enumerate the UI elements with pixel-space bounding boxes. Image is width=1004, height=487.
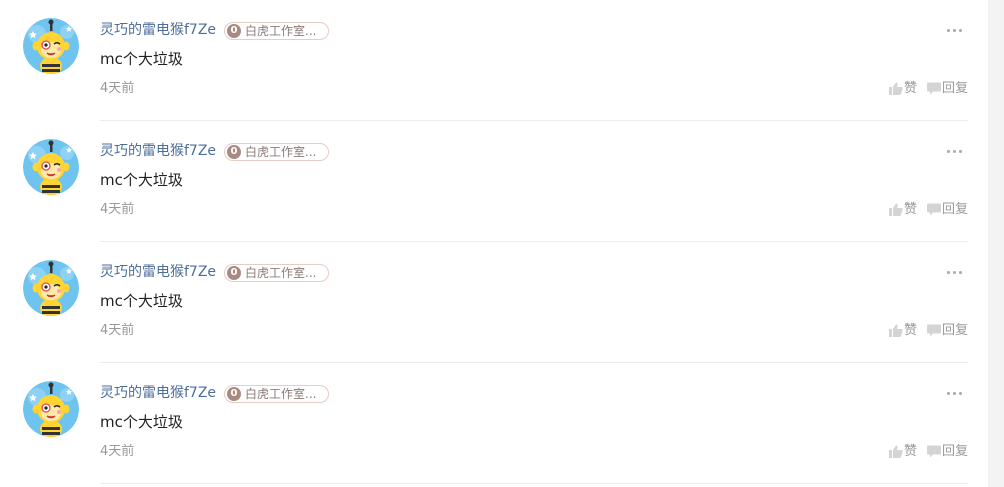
comment-item: 灵巧的雷电猴f7Ze 0 白虎工作室... mc个大垃圾 4天前 赞 回复 [0, 121, 988, 242]
divider [100, 483, 968, 484]
like-label: 赞 [904, 81, 918, 96]
speech-bubble-icon [927, 203, 941, 216]
comment-text: mc个大垃圾 [100, 171, 183, 189]
comment-text: mc个大垃圾 [100, 413, 183, 431]
monkey-mascot-avatar-icon [23, 381, 79, 437]
fan-badge[interactable]: 0 白虎工作室... [224, 264, 329, 282]
more-dots-icon[interactable] [944, 143, 964, 159]
fan-badge[interactable]: 0 白虎工作室... [224, 143, 329, 161]
username-link[interactable]: 灵巧的雷电猴f7Ze [100, 141, 216, 161]
badge-level: 0 [227, 266, 241, 280]
username-link[interactable]: 灵巧的雷电猴f7Ze [100, 262, 216, 282]
badge-level: 0 [227, 24, 241, 38]
comment-text: mc个大垃圾 [100, 292, 183, 310]
speech-bubble-icon [927, 82, 941, 95]
comment-item: 灵巧的雷电猴f7Ze 0 白虎工作室... mc个大垃圾 4天前 赞 回复 [0, 242, 988, 363]
thumbs-up-icon [889, 324, 903, 337]
avatar[interactable] [23, 18, 79, 74]
username-link[interactable]: 灵巧的雷电猴f7Ze [100, 20, 216, 40]
badge-text: 白虎工作室... [245, 266, 317, 280]
like-label: 赞 [904, 323, 918, 338]
badge-text: 白虎工作室... [245, 24, 317, 38]
comment-item: 灵巧的雷电猴f7Ze 0 白虎工作室... mc个大垃圾 4天前 赞 回复 [0, 0, 988, 121]
monkey-mascot-avatar-icon [23, 139, 79, 195]
reply-label: 回复 [942, 444, 969, 459]
badge-text: 白虎工作室... [245, 387, 317, 401]
comment-text: mc个大垃圾 [100, 50, 183, 68]
speech-bubble-icon [927, 445, 941, 458]
comment-time: 4天前 [100, 81, 135, 96]
monkey-mascot-avatar-icon [23, 18, 79, 74]
username-link[interactable]: 灵巧的雷电猴f7Ze [100, 383, 216, 403]
thumbs-up-icon [889, 82, 903, 95]
reply-label: 回复 [942, 81, 969, 96]
comment-time: 4天前 [100, 444, 135, 459]
reply-label: 回复 [942, 323, 969, 338]
comment-time: 4天前 [100, 323, 135, 338]
avatar[interactable] [23, 139, 79, 195]
reply-label: 回复 [942, 202, 969, 217]
thumbs-up-icon [889, 445, 903, 458]
comment-time: 4天前 [100, 202, 135, 217]
badge-level: 0 [227, 145, 241, 159]
scrollbar-track[interactable] [988, 0, 1004, 487]
avatar[interactable] [23, 260, 79, 316]
badge-level: 0 [227, 387, 241, 401]
monkey-mascot-avatar-icon [23, 260, 79, 316]
fan-badge[interactable]: 0 白虎工作室... [224, 22, 329, 40]
more-dots-icon[interactable] [944, 22, 964, 38]
like-label: 赞 [904, 202, 918, 217]
fan-badge[interactable]: 0 白虎工作室... [224, 385, 329, 403]
avatar[interactable] [23, 381, 79, 437]
badge-text: 白虎工作室... [245, 145, 317, 159]
more-dots-icon[interactable] [944, 264, 964, 280]
like-label: 赞 [904, 444, 918, 459]
thumbs-up-icon [889, 203, 903, 216]
more-dots-icon[interactable] [944, 385, 964, 401]
comment-item: 灵巧的雷电猴f7Ze 0 白虎工作室... mc个大垃圾 4天前 赞 回复 [0, 363, 988, 484]
speech-bubble-icon [927, 324, 941, 337]
